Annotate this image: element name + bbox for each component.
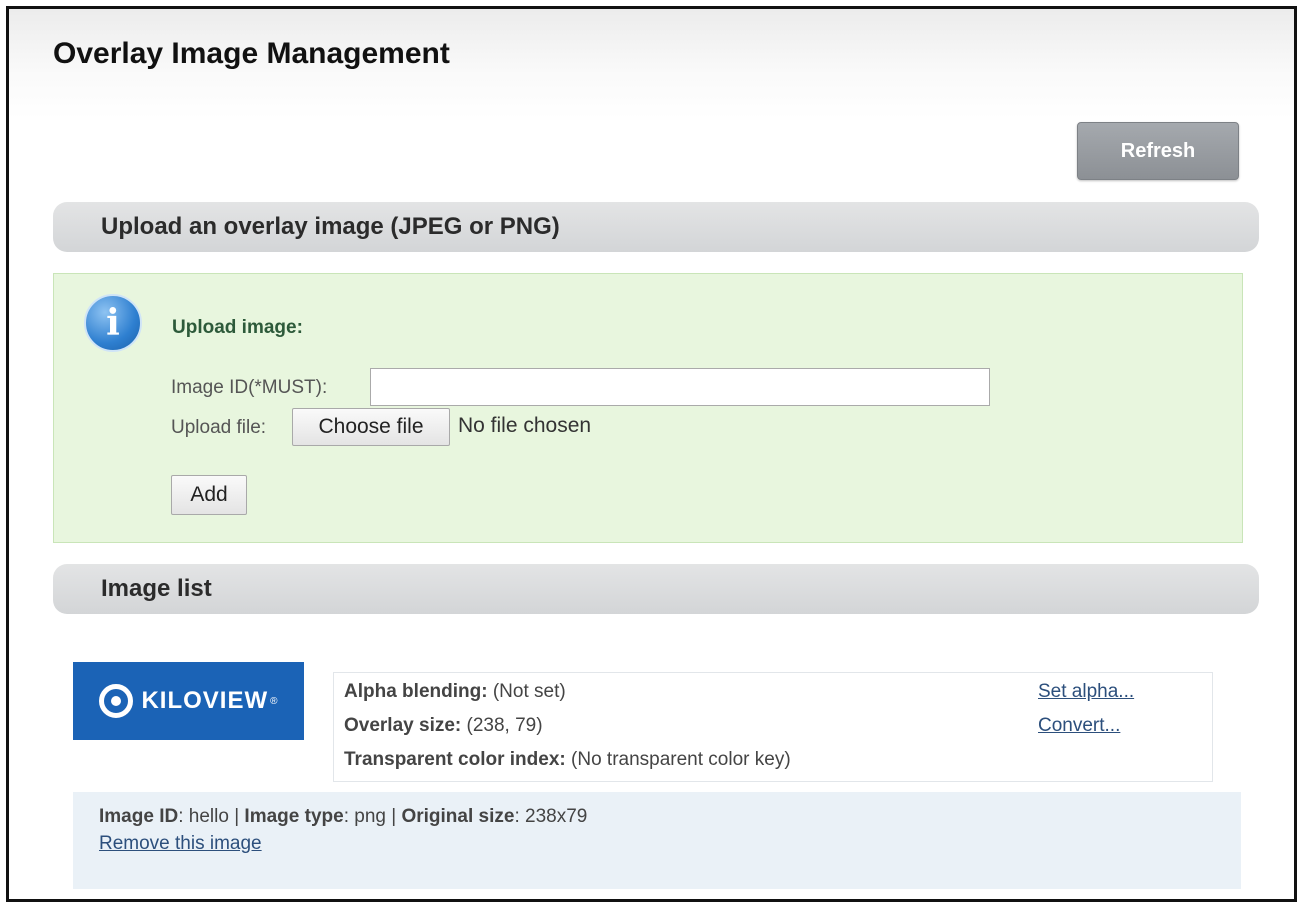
transparent-color-value: (No transparent color key): [571, 749, 791, 770]
image-meta-line: Image ID: hello | Image type: png | Orig…: [99, 806, 588, 827]
upload-file-label: Upload file:: [171, 417, 267, 438]
overlay-size-value: (238, 79): [466, 715, 543, 736]
page-title: Overlay Image Management: [53, 37, 450, 70]
image-type-meta-value: png: [354, 806, 386, 827]
image-type-meta-label: Image type: [244, 806, 344, 827]
remove-image-link[interactable]: Remove this image: [99, 833, 262, 855]
upload-section-header: Upload an overlay image (JPEG or PNG): [53, 202, 1259, 252]
info-icon: i: [84, 294, 142, 352]
image-id-label: Image ID(*MUST):: [171, 377, 328, 398]
no-file-chosen-text: No file chosen: [458, 414, 592, 437]
upload-heading: Upload image:: [172, 317, 303, 338]
image-id-input[interactable]: [370, 368, 990, 406]
overlay-size-row: Overlay size: (238, 79): [344, 715, 543, 737]
image-meta-panel: Image ID: hello | Image type: png | Orig…: [73, 792, 1241, 889]
overlay-size-label: Overlay size:: [344, 715, 462, 736]
image-list-item: KILOVIEW ® Alpha blending: (Not set) Ove…: [73, 649, 1241, 889]
kiloview-logo-icon: KILOVIEW ®: [73, 662, 304, 740]
image-id-meta-label: Image ID: [99, 806, 179, 827]
upload-section-title: Upload an overlay image (JPEG or PNG): [101, 213, 560, 240]
kiloview-logo-mark: [99, 684, 134, 718]
image-id-meta-value: hello: [188, 806, 229, 827]
convert-link[interactable]: Convert...: [1038, 715, 1120, 737]
thumbnail-logo-text: KILOVIEW: [141, 687, 269, 714]
refresh-button[interactable]: Refresh: [1077, 122, 1239, 180]
image-list-section-title: Image list: [101, 575, 212, 602]
original-size-meta-value: 238x79: [525, 806, 588, 827]
alpha-blending-value: (Not set): [492, 681, 566, 702]
choose-file-button[interactable]: Choose file: [292, 408, 450, 446]
alpha-blending-label: Alpha blending:: [344, 681, 488, 702]
set-alpha-link[interactable]: Set alpha...: [1038, 681, 1134, 703]
add-button[interactable]: Add: [171, 475, 247, 515]
upload-panel: i Upload image: Image ID(*MUST): Upload …: [53, 273, 1243, 543]
page-header: Overlay Image Management: [9, 9, 1294, 119]
transparent-color-row: Transparent color index: (No transparent…: [344, 749, 791, 771]
original-size-meta-label: Original size: [401, 806, 515, 827]
thumbnail-registered-mark: ®: [270, 695, 278, 707]
alpha-blending-row: Alpha blending: (Not set): [344, 681, 566, 703]
image-properties: Alpha blending: (Not set) Overlay size: …: [333, 672, 1213, 782]
page-frame: Overlay Image Management Refresh Upload …: [6, 6, 1297, 902]
transparent-color-label: Transparent color index:: [344, 749, 566, 770]
image-list-section-header: Image list: [53, 564, 1259, 614]
